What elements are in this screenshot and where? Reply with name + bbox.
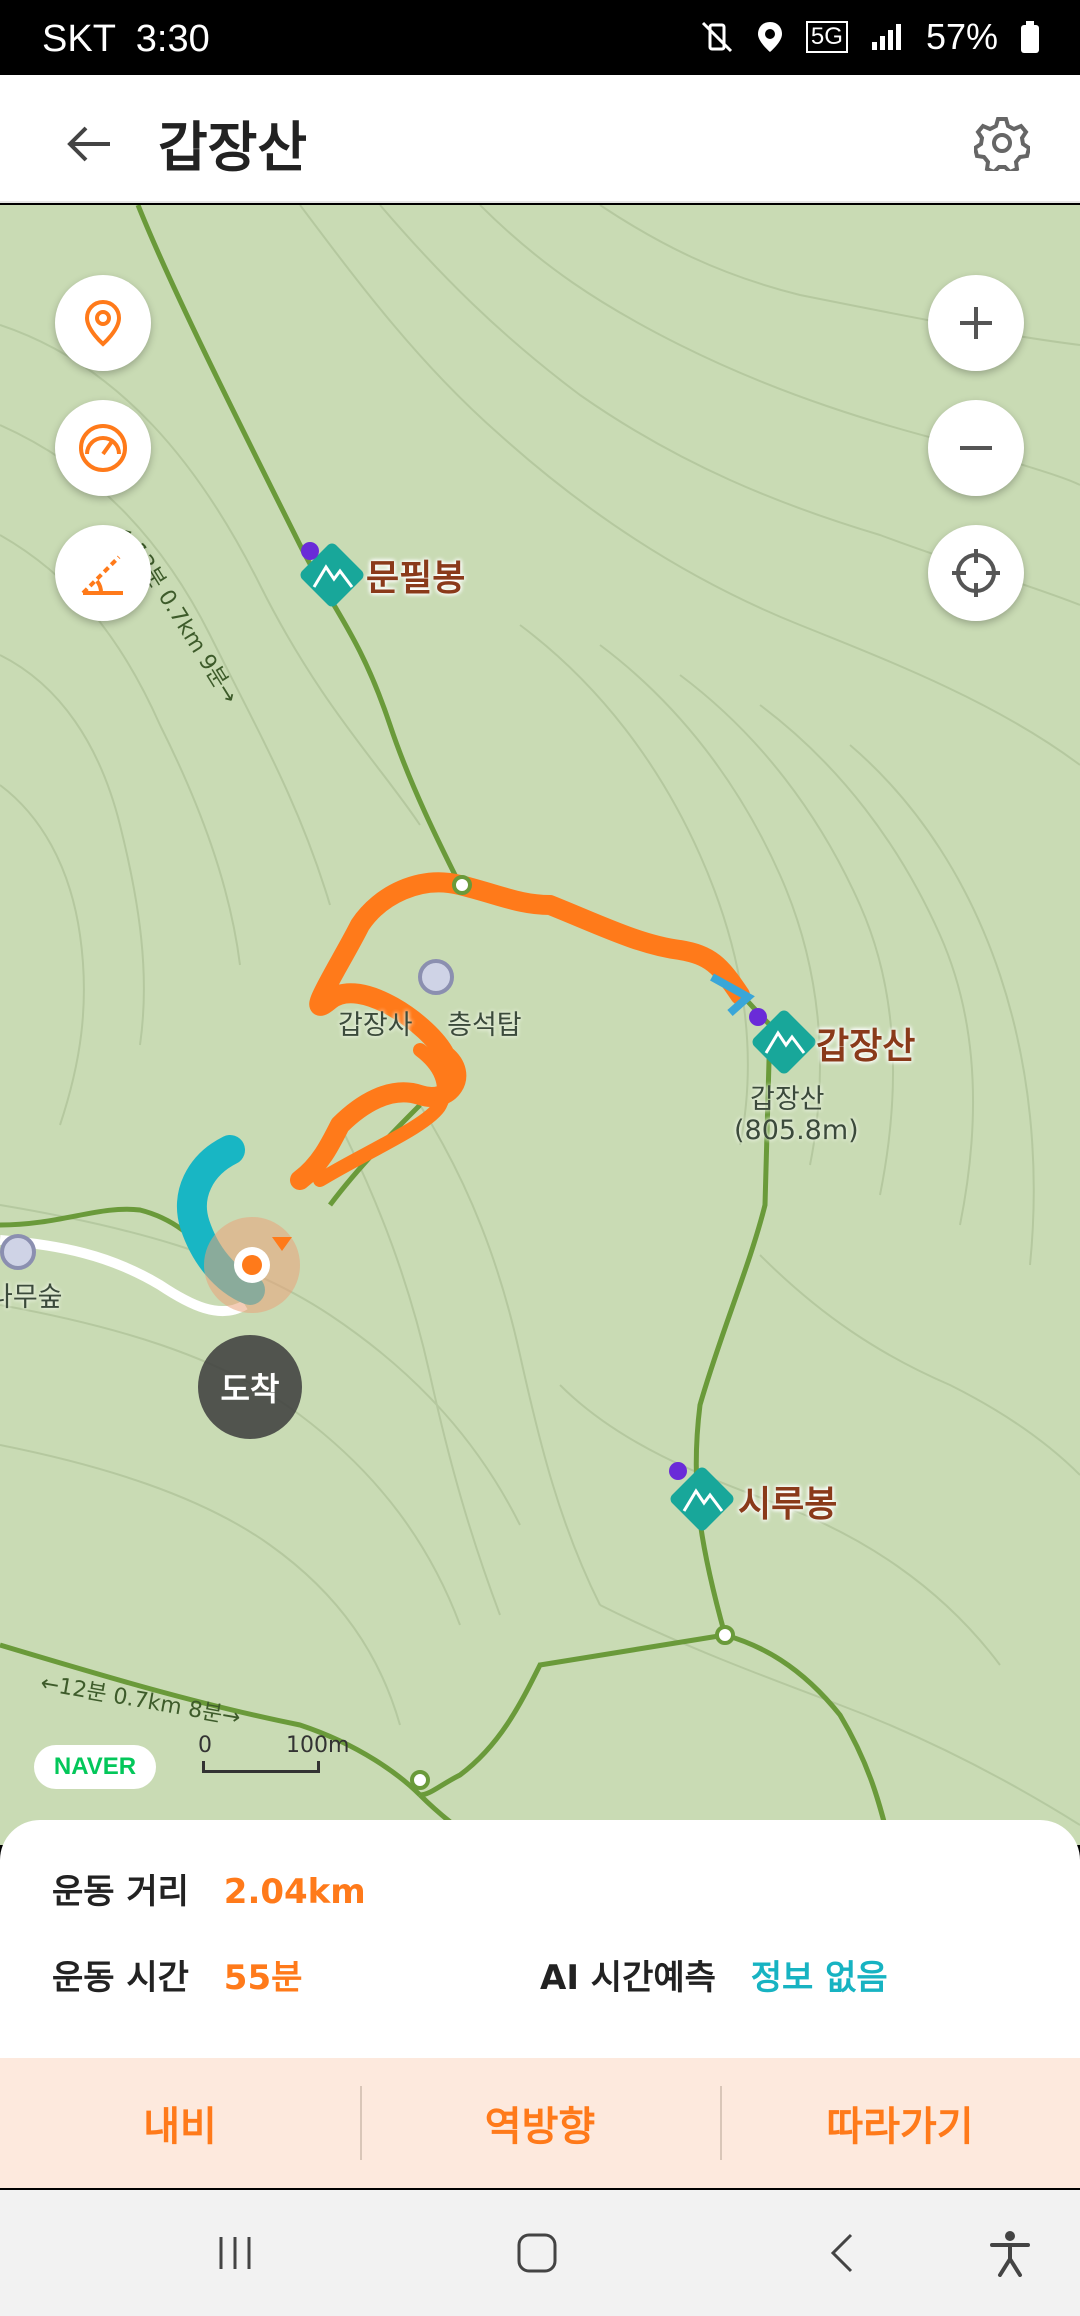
time-row: 운동 시간 55분: [52, 1950, 302, 1999]
map-scale: 0 100m: [198, 1733, 358, 1793]
location-icon: [757, 22, 782, 52]
current-location-button[interactable]: [928, 525, 1024, 621]
peak-label-siru[interactable]: 시루봉: [738, 1475, 837, 1527]
location-pin-icon: [84, 299, 122, 347]
topographic-map: [0, 205, 1080, 1845]
gear-icon: [974, 117, 1030, 171]
battery-percent: 57%: [925, 16, 998, 57]
workout-info-panel: 운동 거리 2.04km 운동 시간 55분 AI 시간예측 정보 없음: [0, 1820, 1080, 2060]
speedometer-button[interactable]: [55, 400, 151, 496]
ai-prediction-value: 정보 없음: [750, 1958, 888, 1998]
home-button[interactable]: [497, 2220, 577, 2286]
status-carrier-time: SKT 3:30: [42, 18, 210, 61]
crosshair-icon: [952, 549, 1000, 597]
zoom-in-icon: [960, 307, 992, 339]
summit-name-label: 갑장산: [750, 1084, 825, 1115]
peak-label-gapjang[interactable]: 갑장산: [816, 1017, 915, 1069]
app-bar: 갑장산: [0, 75, 1080, 203]
recent-apps-icon: [219, 2237, 251, 2269]
distance-row: 운동 거리 2.04km: [52, 1864, 366, 1913]
back-nav-button[interactable]: [802, 2220, 882, 2286]
system-nav-bar: [0, 2190, 1080, 2316]
battery-icon: [1021, 21, 1039, 53]
zoom-in-button[interactable]: [928, 275, 1024, 371]
poi-label-pagoda: 갑장사 층석탑: [338, 1003, 522, 1042]
page-title: 갑장산: [158, 116, 308, 179]
poi-label-forest: 나무숲: [0, 1282, 63, 1313]
accessibility-button[interactable]: [970, 2220, 1050, 2286]
poi-pagoda-name: 갑장사: [338, 1010, 413, 1041]
distance-value: 2.04km: [223, 1872, 366, 1912]
reverse-direction-button[interactable]: 역방향: [360, 2058, 720, 2188]
naver-logo: NAVER: [34, 1745, 156, 1789]
signal-icon: [871, 24, 901, 50]
vibrate-mute-icon: [701, 21, 732, 53]
back-icon: [830, 2233, 853, 2273]
ai-prediction-row: AI 시간예측 정보 없음: [540, 1950, 888, 1999]
slope-icon: [81, 555, 123, 595]
time-value: 55분: [223, 1958, 303, 1998]
settings-button[interactable]: [964, 105, 1040, 181]
status-bar: SKT 3:30 5G 57%: [0, 0, 1080, 75]
scale-distance: 100m: [286, 1733, 350, 1758]
speedometer-icon: [79, 424, 127, 472]
recent-apps-button[interactable]: [195, 2220, 275, 2286]
action-bar: 내비 역방향 따라가기: [0, 2058, 1080, 2188]
arrow-left-icon: [67, 126, 110, 162]
scale-bar: [202, 1761, 320, 1773]
zoom-out-icon: [960, 446, 992, 450]
poi-pagoda-suffix: 층석탑: [447, 1010, 522, 1041]
scale-zero: 0: [198, 1733, 212, 1758]
network-type: 5G: [805, 21, 848, 53]
zoom-out-button[interactable]: [928, 400, 1024, 496]
accessibility-icon: [990, 2231, 1030, 2277]
follow-button[interactable]: 따라가기: [720, 2058, 1080, 2188]
time-label: 운동 시간: [52, 1958, 189, 1998]
arrival-marker[interactable]: 도착: [198, 1335, 302, 1439]
home-icon: [517, 2233, 557, 2273]
ai-prediction-label: AI 시간예측: [540, 1958, 716, 1998]
map-view[interactable]: 문필봉 갑장산 시루봉 갑장산 (805.8m) 갑장사 층석탑 나무숲 ←13…: [0, 205, 1080, 1845]
clock: 3:30: [135, 18, 210, 60]
back-button[interactable]: [52, 107, 126, 181]
peak-label-munpil[interactable]: 문필봉: [366, 549, 465, 601]
location-pin-button[interactable]: [55, 275, 151, 371]
slope-button[interactable]: [55, 525, 151, 621]
navigation-button[interactable]: 내비: [0, 2058, 360, 2188]
carrier: SKT: [42, 18, 116, 60]
summit-elevation-label: (805.8m): [734, 1115, 859, 1146]
distance-label: 운동 거리: [52, 1872, 189, 1912]
